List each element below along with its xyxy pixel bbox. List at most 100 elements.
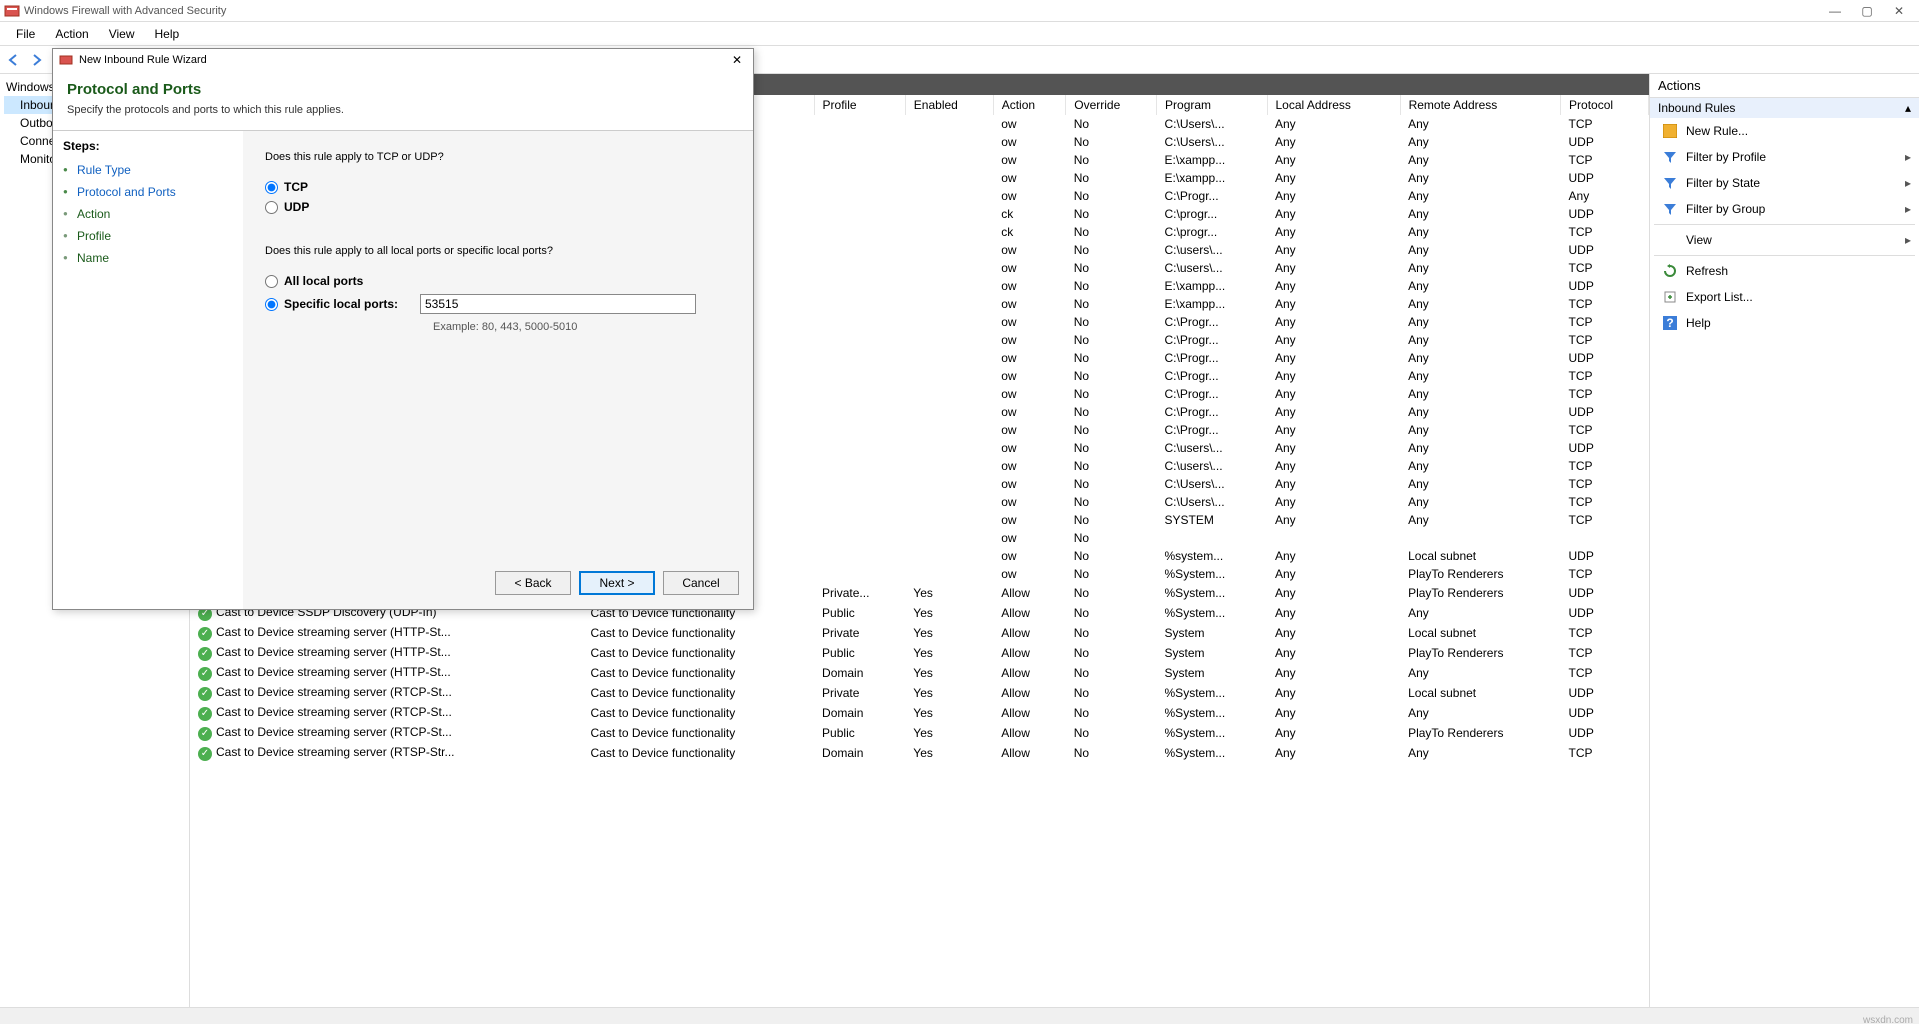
table-cell — [905, 349, 993, 367]
table-cell — [905, 475, 993, 493]
radio-tcp[interactable] — [265, 181, 278, 194]
collapse-icon[interactable]: ▴ — [1905, 101, 1911, 115]
table-cell — [814, 115, 905, 133]
table-cell: Yes — [905, 703, 993, 723]
radio-specific-ports[interactable] — [265, 298, 278, 311]
step-name[interactable]: Name — [63, 247, 233, 269]
table-cell: PlayTo Renderers — [1400, 565, 1560, 583]
column-header[interactable]: Local Address — [1267, 95, 1400, 115]
maximize-button[interactable]: ▢ — [1851, 1, 1883, 21]
step-profile[interactable]: Profile — [63, 225, 233, 247]
column-header[interactable]: Enabled — [905, 95, 993, 115]
table-cell: %system... — [1157, 547, 1267, 565]
column-header[interactable]: Program — [1157, 95, 1267, 115]
table-cell: Any — [1400, 241, 1560, 259]
column-header[interactable]: Action — [993, 95, 1066, 115]
step-rule-type[interactable]: Rule Type — [63, 159, 233, 181]
table-cell: ow — [993, 475, 1066, 493]
table-cell: System — [1157, 663, 1267, 683]
table-cell: Allow — [993, 723, 1066, 743]
menu-view[interactable]: View — [99, 24, 145, 44]
back-button[interactable]: < Back — [495, 571, 571, 595]
table-cell: ow — [993, 133, 1066, 151]
column-header[interactable]: Override — [1066, 95, 1157, 115]
table-cell: Any — [1400, 475, 1560, 493]
forward-button[interactable] — [26, 50, 46, 70]
table-cell: TCP — [1561, 385, 1649, 403]
close-button[interactable]: ✕ — [1883, 1, 1915, 21]
action-refresh[interactable]: Refresh — [1650, 258, 1919, 284]
table-cell: TCP — [1561, 367, 1649, 385]
wizard-titlebar: New Inbound Rule Wizard ✕ — [53, 49, 753, 71]
horizontal-scrollbar[interactable] — [0, 1007, 1919, 1024]
table-cell — [814, 385, 905, 403]
next-button[interactable]: Next > — [579, 571, 655, 595]
table-cell: UDP — [1561, 133, 1649, 151]
menu-action[interactable]: Action — [45, 24, 98, 44]
radio-all-ports[interactable] — [265, 275, 278, 288]
table-cell: TCP — [1561, 115, 1649, 133]
radio-udp-row[interactable]: UDP — [265, 197, 731, 217]
specific-ports-input[interactable] — [420, 294, 696, 314]
table-row[interactable]: ✓Cast to Device streaming server (HTTP-S… — [190, 643, 1649, 663]
table-cell: ow — [993, 547, 1066, 565]
step-action[interactable]: Action — [63, 203, 233, 225]
wizard-title-text: New Inbound Rule Wizard — [79, 54, 727, 66]
step-protocol[interactable]: Protocol and Ports — [63, 181, 233, 203]
table-row[interactable]: ✓Cast to Device streaming server (HTTP-S… — [190, 663, 1649, 683]
table-cell: UDP — [1561, 349, 1649, 367]
actions-panel: Actions Inbound Rules ▴ New Rule... Filt… — [1649, 74, 1919, 1007]
table-cell: C:\Progr... — [1157, 385, 1267, 403]
table-cell: No — [1066, 385, 1157, 403]
minimize-button[interactable]: — — [1819, 1, 1851, 21]
table-cell: PlayTo Renderers — [1400, 723, 1560, 743]
action-export[interactable]: Export List... — [1650, 284, 1919, 310]
table-cell — [1400, 529, 1560, 547]
table-cell: TCP — [1561, 223, 1649, 241]
table-cell: ow — [993, 403, 1066, 421]
action-help[interactable]: ? Help — [1650, 310, 1919, 336]
table-row[interactable]: ✓Cast to Device streaming server (RTCP-S… — [190, 703, 1649, 723]
action-view[interactable]: View ▸ — [1650, 227, 1919, 253]
cancel-button[interactable]: Cancel — [663, 571, 739, 595]
table-cell: Allow — [993, 683, 1066, 703]
wizard-close-button[interactable]: ✕ — [727, 53, 747, 67]
radio-specific-ports-row[interactable]: Specific local ports: — [265, 291, 731, 317]
table-cell: C:\users\... — [1157, 457, 1267, 475]
table-cell — [814, 511, 905, 529]
separator — [1654, 255, 1915, 256]
action-filter-group[interactable]: Filter by Group ▸ — [1650, 196, 1919, 222]
table-cell: C:\users\... — [1157, 241, 1267, 259]
table-cell — [814, 493, 905, 511]
column-header[interactable]: Profile — [814, 95, 905, 115]
column-header[interactable]: Remote Address — [1400, 95, 1560, 115]
radio-all-ports-row[interactable]: All local ports — [265, 271, 731, 291]
table-cell: Allow — [993, 623, 1066, 643]
menu-help[interactable]: Help — [145, 24, 190, 44]
table-row[interactable]: ✓Cast to Device streaming server (RTCP-S… — [190, 723, 1649, 743]
export-icon — [1662, 289, 1678, 305]
table-cell: TCP — [1561, 511, 1649, 529]
table-cell — [905, 439, 993, 457]
action-filter-profile[interactable]: Filter by Profile ▸ — [1650, 144, 1919, 170]
back-button[interactable] — [4, 50, 24, 70]
table-cell — [905, 511, 993, 529]
table-cell: TCP — [1561, 331, 1649, 349]
table-cell — [905, 457, 993, 475]
action-filter-state[interactable]: Filter by State ▸ — [1650, 170, 1919, 196]
table-cell: TCP — [1561, 663, 1649, 683]
table-row[interactable]: ✓Cast to Device streaming server (HTTP-S… — [190, 623, 1649, 643]
radio-tcp-row[interactable]: TCP — [265, 177, 731, 197]
table-cell: No — [1066, 151, 1157, 169]
app-icon — [4, 3, 20, 19]
table-row[interactable]: ✓Cast to Device streaming server (RTCP-S… — [190, 683, 1649, 703]
menu-file[interactable]: File — [6, 24, 45, 44]
table-cell: Any — [1267, 115, 1400, 133]
watermark: wsxdn.com — [1863, 1015, 1913, 1026]
radio-udp[interactable] — [265, 201, 278, 214]
action-new-rule[interactable]: New Rule... — [1650, 118, 1919, 144]
table-row[interactable]: ✓Cast to Device streaming server (RTSP-S… — [190, 743, 1649, 763]
column-header[interactable]: Protocol — [1561, 95, 1649, 115]
table-cell — [814, 349, 905, 367]
table-cell: Any — [1400, 511, 1560, 529]
